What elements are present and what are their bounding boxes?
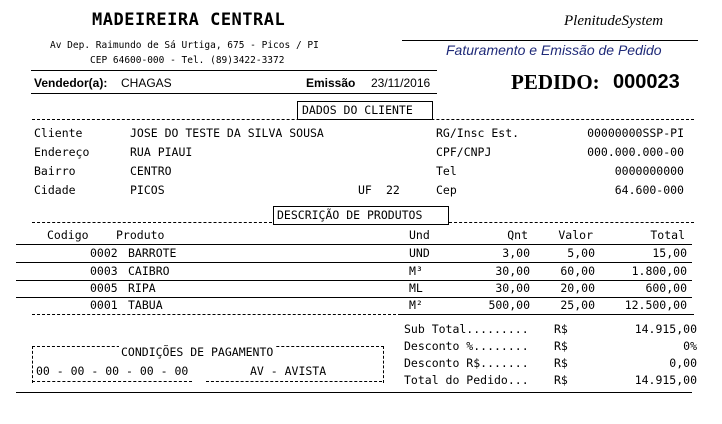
rg-value: 00000000SSP-PI xyxy=(587,126,684,140)
product-row: 0002 BARROTE UND 3,00 5,00 15,00 xyxy=(16,245,692,262)
row-qnt: 30,00 xyxy=(495,281,530,295)
header-bottom-rule xyxy=(31,93,437,94)
row-valor: 60,00 xyxy=(560,264,595,278)
cliente-label: Cliente xyxy=(34,126,83,140)
product-row: 0005 RIPA ML 30,00 20,00 600,00 xyxy=(16,280,692,297)
discount-amount-label: Desconto R$....... xyxy=(404,356,529,370)
discount-amount-currency: R$ xyxy=(554,356,568,370)
col-codigo: Codigo xyxy=(47,228,89,242)
row-qnt: 30,00 xyxy=(495,264,530,278)
row-qnt: 3,00 xyxy=(502,246,530,260)
col-und: Und xyxy=(409,228,430,242)
subtotal-value: 14.915,00 xyxy=(634,322,697,336)
row-produto: RIPA xyxy=(128,281,156,295)
seller-label: Vendedor(a): xyxy=(34,76,108,90)
col-qnt: Qnt xyxy=(507,228,528,242)
rg-label: RG/Insc Est. xyxy=(436,126,520,140)
order-total-value: 14.915,00 xyxy=(634,373,697,387)
seller-value: CHAGAS xyxy=(121,76,172,90)
tel-label: Tel xyxy=(436,164,457,178)
row-produto: BARROTE xyxy=(128,246,177,260)
cidade-value: PICOS xyxy=(130,183,165,197)
products-bottom-rule xyxy=(398,314,694,315)
row-total: 12.500,00 xyxy=(624,298,687,312)
products-section-title: DESCRIÇÃO DE PRODUTOS xyxy=(277,208,423,222)
products-bottom-dash xyxy=(32,314,396,315)
product-row: 0003 CAIBRO M³ 30,00 60,00 1.800,00 xyxy=(16,263,692,280)
payment-title: CONDIÇÕES DE PAGAMENTO xyxy=(119,345,276,359)
cep-value: 64.600-000 xyxy=(614,183,684,197)
footer-rule xyxy=(16,392,692,393)
discount-amount-value: 0,00 xyxy=(669,356,697,370)
row-codigo: 0005 xyxy=(90,281,118,295)
issue-date: 23/11/2016 xyxy=(371,76,431,90)
company-cep-tel: CEP 64600-000 - Tel. (89)3422-3372 xyxy=(90,55,285,66)
company-name: MADEIREIRA CENTRAL xyxy=(92,10,286,30)
client-section-title-box: DADOS DO CLIENTE xyxy=(297,101,433,120)
payment-bottom-dash-right xyxy=(206,381,382,382)
product-row: 0001 TABUA M² 500,00 25,00 12.500,00 xyxy=(16,297,692,314)
payment-method: AV - AVISTA xyxy=(250,364,327,378)
client-section-title: DADOS DO CLIENTE xyxy=(302,103,413,117)
row-valor: 25,00 xyxy=(560,298,595,312)
endereco-value: RUA PIAUI xyxy=(130,145,193,159)
row-und: M² xyxy=(409,298,423,312)
row-produto: CAIBRO xyxy=(128,264,170,278)
col-total: Total xyxy=(650,228,685,242)
cliente-value: JOSE DO TESTE DA SILVA SOUSA xyxy=(130,126,324,140)
products-section-title-box: DESCRIÇÃO DE PRODUTOS xyxy=(273,206,449,225)
col-valor: Valor xyxy=(558,228,593,242)
discount-percent-label: Desconto %........ xyxy=(404,339,529,353)
client-dashed-rule xyxy=(32,119,694,120)
products-right-dash xyxy=(449,222,694,223)
header-top-rule xyxy=(31,70,437,71)
endereco-label: Endereço xyxy=(34,145,90,159)
row-total: 1.800,00 xyxy=(631,264,687,278)
cpf-value: 000.000.000-00 xyxy=(587,145,684,159)
uf-value: 22 xyxy=(386,183,400,197)
bairro-value: CENTRO xyxy=(130,164,172,178)
products-left-dash xyxy=(32,222,272,223)
row-valor: 5,00 xyxy=(567,246,595,260)
discount-percent-value: 0% xyxy=(683,339,697,353)
row-codigo: 0002 xyxy=(90,246,118,260)
cpf-label: CPF/CNPJ xyxy=(436,145,492,159)
row-valor: 20,00 xyxy=(560,281,595,295)
row-produto: TABUA xyxy=(128,298,163,312)
brand-divider xyxy=(402,40,698,41)
row-und: UND xyxy=(409,246,430,260)
subtotal-currency: R$ xyxy=(554,322,568,336)
order-label: PEDIDO: xyxy=(511,70,600,94)
row-total: 15,00 xyxy=(652,246,687,260)
subtotal-label: Sub Total......... xyxy=(404,322,529,336)
order-total-currency: R$ xyxy=(554,373,568,387)
order-total-label: Total do Pedido... xyxy=(404,373,529,387)
cidade-label: Cidade xyxy=(34,183,76,197)
row-codigo: 0003 xyxy=(90,264,118,278)
payment-dates: 00 - 00 - 00 - 00 - 00 xyxy=(36,364,189,378)
company-address: Av Dep. Raimundo de Sá Urtiga, 675 - Pic… xyxy=(50,40,319,51)
row-codigo: 0001 xyxy=(90,298,118,312)
order-number: 000023 xyxy=(613,71,680,93)
row-total: 600,00 xyxy=(645,281,687,295)
document-type: Faturamento e Emissão de Pedido xyxy=(446,42,662,58)
cep-label: Cep xyxy=(436,183,457,197)
payment-bottom-dash xyxy=(32,381,192,382)
row-qnt: 500,00 xyxy=(488,298,530,312)
system-brand: PlenitudeSystem xyxy=(564,13,664,29)
tel-value: 0000000000 xyxy=(614,164,684,178)
discount-percent-currency: R$ xyxy=(554,339,568,353)
row-und: M³ xyxy=(409,264,423,278)
bairro-label: Bairro xyxy=(34,164,76,178)
issue-label: Emissão xyxy=(306,76,356,90)
row-und: ML xyxy=(409,281,423,295)
uf-label: UF xyxy=(358,183,372,197)
col-produto: Produto xyxy=(116,228,165,242)
